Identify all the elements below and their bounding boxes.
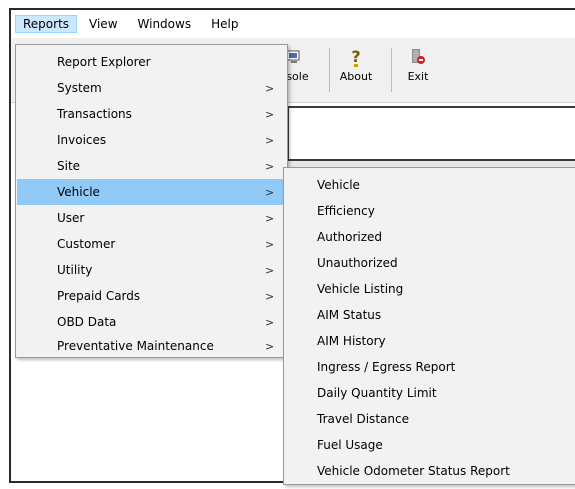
chevron-right-icon: > [265, 159, 275, 173]
menu-item-system[interactable]: System > [17, 75, 286, 101]
submenu-item-vehicle-odometer-status-report[interactable]: Vehicle Odometer Status Report [284, 458, 575, 484]
menu-item-label: OBD Data [57, 315, 117, 329]
chevron-right-icon: > [265, 107, 275, 121]
chevron-right-icon: > [265, 263, 275, 277]
submenu-item-daily-quantity-limit[interactable]: Daily Quantity Limit [284, 380, 575, 406]
menu-item-label: System [57, 81, 102, 95]
menu-item-label: Transactions [57, 107, 132, 121]
menu-item-label: Customer [57, 237, 116, 251]
menu-item-site[interactable]: Site > [17, 153, 286, 179]
submenu-item-label: Vehicle [317, 178, 360, 192]
submenu-item-fuel-usage[interactable]: Fuel Usage [284, 432, 575, 458]
submenu-item-authorized[interactable]: Authorized [284, 224, 575, 250]
about-label: About [339, 70, 373, 83]
submenu-item-aim-history[interactable]: AIM History [284, 328, 575, 354]
chevron-right-icon: > [265, 339, 275, 353]
chevron-right-icon: > [265, 133, 275, 147]
exit-icon [409, 46, 427, 68]
submenu-item-label: Daily Quantity Limit [317, 386, 437, 400]
submenu-item-label: AIM Status [317, 308, 382, 322]
exit-button[interactable]: Exit [395, 46, 441, 92]
about-button[interactable]: ? About [333, 46, 379, 92]
chevron-right-icon: > [265, 289, 275, 303]
vehicle-submenu: Vehicle Efficiency Authorized Unauthoriz… [283, 167, 575, 485]
menu-item-label: Prepaid Cards [57, 289, 141, 303]
menu-item-obd-data[interactable]: OBD Data > [17, 309, 286, 335]
menu-view[interactable]: View [81, 15, 125, 33]
question-icon: ? [348, 46, 364, 68]
submenu-item-vehicle[interactable]: Vehicle [284, 172, 575, 198]
menu-item-vehicle[interactable]: Vehicle > [17, 179, 286, 205]
menu-item-customer[interactable]: Customer > [17, 231, 286, 257]
menu-item-invoices[interactable]: Invoices > [17, 127, 286, 153]
submenu-item-label: Vehicle Listing [317, 282, 404, 296]
menu-item-label: Vehicle [57, 185, 100, 199]
submenu-item-vehicle-listing[interactable]: Vehicle Listing [284, 276, 575, 302]
chevron-right-icon: > [265, 185, 275, 199]
menu-item-label: Preventative Maintenance [57, 339, 214, 353]
submenu-item-unauthorized[interactable]: Unauthorized [284, 250, 575, 276]
menu-item-label: Utility [57, 263, 93, 277]
chevron-right-icon: > [265, 81, 275, 95]
submenu-item-label: Travel Distance [317, 412, 409, 426]
submenu-item-ingress-egress-report[interactable]: Ingress / Egress Report [284, 354, 575, 380]
submenu-item-label: Ingress / Egress Report [317, 360, 456, 374]
menu-item-report-explorer[interactable]: Report Explorer [17, 49, 286, 75]
submenu-item-efficiency[interactable]: Efficiency [284, 198, 575, 224]
toolbar-separator [329, 48, 330, 92]
submenu-item-label: Efficiency [317, 204, 375, 218]
menu-reports[interactable]: Reports [15, 15, 78, 33]
menu-item-prepaid-cards[interactable]: Prepaid Cards > [17, 283, 286, 309]
menu-item-label: Invoices [57, 133, 107, 147]
svg-text:?: ? [351, 47, 360, 66]
menu-item-transactions[interactable]: Transactions > [17, 101, 286, 127]
submenu-item-aim-status[interactable]: AIM Status [284, 302, 575, 328]
menu-windows[interactable]: Windows [130, 15, 200, 33]
submenu-item-label: Vehicle Odometer Status Report [317, 464, 510, 478]
toolbar-separator [391, 48, 392, 92]
submenu-item-label: Fuel Usage [317, 438, 383, 452]
menu-item-user[interactable]: User > [17, 205, 286, 231]
content-panel [287, 106, 575, 161]
chevron-right-icon: > [265, 237, 275, 251]
chevron-right-icon: > [265, 315, 275, 329]
submenu-item-travel-distance[interactable]: Travel Distance [284, 406, 575, 432]
chevron-right-icon: > [265, 211, 275, 225]
menu-item-utility[interactable]: Utility > [17, 257, 286, 283]
submenu-item-label: Authorized [317, 230, 383, 244]
menu-item-label: User [57, 211, 85, 225]
menu-item-label: Report Explorer [57, 55, 151, 69]
menu-item-label: Site [57, 159, 81, 173]
menu-bar: Reports View Windows Help [11, 10, 575, 38]
submenu-item-label: Unauthorized [317, 256, 398, 270]
menu-item-preventative-maintenance[interactable]: Preventative Maintenance > [17, 333, 286, 359]
menu-help[interactable]: Help [203, 15, 246, 33]
exit-label: Exit [407, 70, 429, 83]
submenu-item-label: AIM History [317, 334, 386, 348]
reports-dropdown-menu: Report Explorer System > Transactions > … [15, 44, 288, 358]
